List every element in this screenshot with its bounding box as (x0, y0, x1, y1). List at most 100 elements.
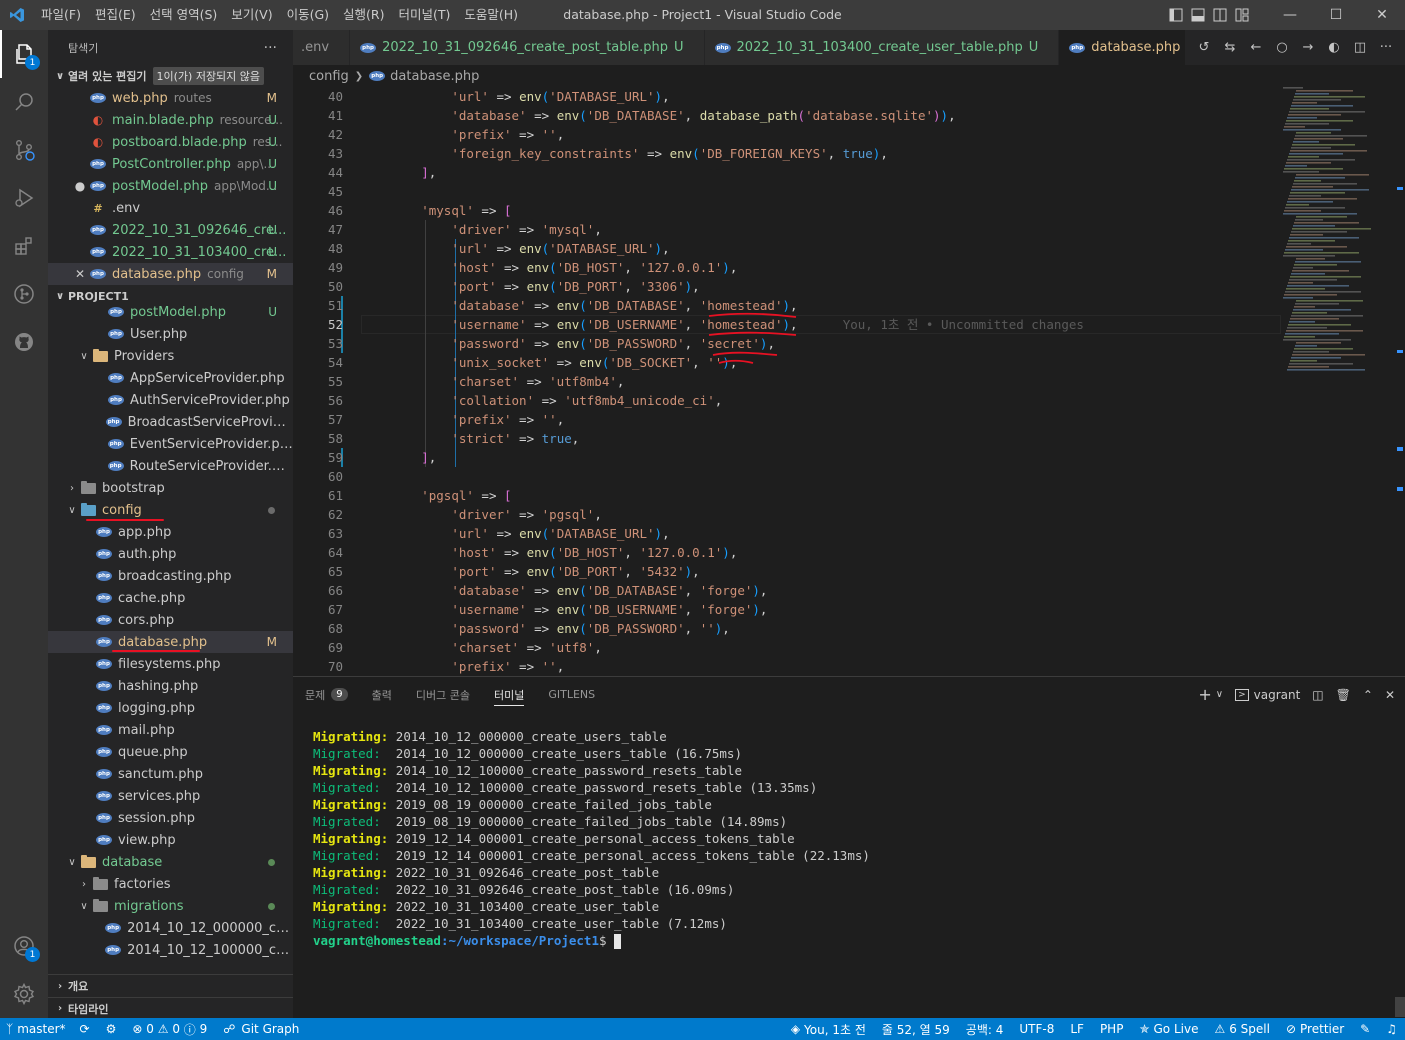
search-icon[interactable] (0, 78, 48, 126)
timeline-history-icon[interactable]: ↺ (1191, 40, 1217, 55)
tree-file[interactable]: php sanctum.php (48, 763, 293, 785)
panel-tab[interactable]: 터미널 (493, 677, 525, 712)
problems-indicator[interactable]: ⊗ 0 ⚠ 0 ⓘ 9 (124, 1021, 215, 1038)
new-terminal-icon[interactable]: + (1198, 685, 1211, 704)
remote-indicator[interactable]: ᛉ master* (0, 1022, 72, 1036)
tree-file[interactable]: php session.php (48, 807, 293, 829)
tree-file[interactable]: php BroadcastServiceProvider.php (48, 411, 293, 433)
tree-folder[interactable]: › bootstrap (48, 477, 293, 499)
terminal-name[interactable]: vagrant (1254, 688, 1301, 702)
toggle-secondary-sidebar-icon[interactable] (1209, 0, 1231, 30)
tree-file[interactable]: php 2014_10_12_000000_create_... (48, 917, 293, 939)
explorer-icon[interactable]: 1 (0, 30, 48, 78)
tree-file[interactable]: php hashing.php (48, 675, 293, 697)
language-mode[interactable]: PHP (1092, 1021, 1132, 1038)
panel-tab[interactable]: 디버그 콘솔 (416, 677, 470, 712)
open-editor-item[interactable]: php PostController.php app\... U (48, 153, 293, 175)
notifications-bell-icon[interactable]: ♫ (1378, 1021, 1405, 1038)
split-editor-icon[interactable]: ◫ (1347, 40, 1373, 55)
split-terminal-icon[interactable]: ◫ (1312, 688, 1323, 702)
open-editors-header[interactable]: ∨ 열려 있는 편집기 1이(가) 저장되지 않음 (48, 65, 293, 87)
tree-file[interactable]: php postModel.php U (48, 301, 293, 323)
terminal-output[interactable]: Migrating: 2014_10_12_000000_create_user… (313, 728, 870, 949)
menu-item[interactable]: 터미널(T) (392, 0, 458, 30)
source-control-icon[interactable] (0, 126, 48, 174)
tree-folder[interactable]: ∨ config (48, 499, 293, 521)
terminal-prompt[interactable]: vagrant@homestead:~/workspace/Project1$ (313, 932, 870, 949)
blame-indicator[interactable]: ◈ You, 1초 전 (783, 1021, 874, 1038)
editor-tab[interactable]: .env (293, 30, 351, 65)
open-editor-item[interactable]: ● php postModel.php app\Mod... U (48, 175, 293, 197)
panel-tab[interactable]: 출력 (372, 677, 392, 712)
tree-file[interactable]: php services.php (48, 785, 293, 807)
tree-file[interactable]: php cache.php (48, 587, 293, 609)
tree-file[interactable]: php view.php (48, 829, 293, 851)
editor-tab[interactable]: php 2022_10_31_092646_create_post_table.p… (350, 30, 705, 65)
menu-item[interactable]: 이동(G) (280, 0, 336, 30)
maximize-panel-icon[interactable]: ⌃ (1363, 688, 1373, 702)
menu-item[interactable]: 실행(R) (336, 0, 391, 30)
tree-file[interactable]: php mail.php (48, 719, 293, 741)
tree-folder[interactable]: › factories (48, 873, 293, 895)
feedback-icon[interactable]: ✎ (1352, 1021, 1378, 1038)
menu-item[interactable]: 선택 영역(S) (143, 0, 225, 30)
encoding[interactable]: UTF-8 (1011, 1021, 1062, 1038)
more-actions-icon[interactable]: ··· (1373, 40, 1399, 55)
tree-file[interactable]: php queue.php (48, 741, 293, 763)
timeline-header[interactable]: › 타임라인 (48, 997, 293, 1018)
chevron-down-icon[interactable]: ∨ (1216, 689, 1223, 700)
accounts-icon[interactable]: 1 (0, 922, 48, 970)
github-icon[interactable] (0, 318, 48, 366)
open-editor-item[interactable]: php 2022_10_31_092646_cre... U (48, 219, 293, 241)
maximize-button[interactable]: ☐ (1313, 0, 1359, 30)
next-revision-icon[interactable]: → (1295, 40, 1321, 55)
run-debug-icon[interactable] (0, 174, 48, 222)
editor-scrollbar[interactable] (1395, 87, 1405, 675)
prettier-button[interactable]: ⊘ Prettier (1278, 1021, 1352, 1038)
terminal-scrollbar[interactable] (1395, 997, 1405, 1017)
settings-gear-icon[interactable] (0, 970, 48, 1018)
menu-item[interactable]: 보기(V) (224, 0, 279, 30)
previous-revision-icon[interactable]: ← (1243, 40, 1269, 55)
sync-icon[interactable]: ⟳ (72, 1022, 98, 1036)
close-window-button[interactable]: ✕ (1359, 0, 1405, 30)
trash-icon[interactable]: 🗑 (1336, 688, 1351, 702)
tree-file[interactable]: php app.php (48, 521, 293, 543)
customize-layout-icon[interactable] (1231, 0, 1253, 30)
cursor-position[interactable]: 줄 52, 열 59 (874, 1021, 958, 1038)
go-live-button[interactable]: ✯ Go Live (1131, 1021, 1206, 1038)
minimize-button[interactable]: — (1267, 0, 1313, 30)
tree-folder[interactable]: ∨ Providers (48, 345, 293, 367)
menu-item[interactable]: 파일(F) (34, 0, 88, 30)
code-editor[interactable]: 40 'url' => env('DATABASE_URL'), 41 'data… (293, 87, 1405, 675)
git-graph-button[interactable]: ☍ Git Graph (215, 1022, 307, 1036)
open-changes-icon[interactable]: ⇆ (1217, 40, 1243, 55)
open-editor-item[interactable]: ◐ postboard.blade.php res... U (48, 131, 293, 153)
tree-file[interactable]: php AuthServiceProvider.php (48, 389, 293, 411)
tree-file[interactable]: php AppServiceProvider.php (48, 367, 293, 389)
menu-item[interactable]: 편집(E) (88, 0, 143, 30)
indentation[interactable]: 공백: 4 (958, 1021, 1012, 1038)
live-share-icon[interactable]: ⚙ (98, 1022, 125, 1036)
editor-tab[interactable]: php 2022_10_31_103400_create_user_table.p… (704, 30, 1060, 65)
open-editor-item[interactable]: # .env (48, 197, 293, 219)
tree-file[interactable]: php RouteServiceProvider.php (48, 455, 293, 477)
toggle-blame-icon[interactable]: ◐ (1321, 40, 1347, 55)
tree-folder[interactable]: ∨ migrations (48, 895, 293, 917)
breadcrumb-folder[interactable]: config (309, 69, 349, 84)
explorer-more-actions-icon[interactable]: ··· (264, 40, 277, 56)
tree-file[interactable]: php logging.php (48, 697, 293, 719)
unsaved-dot-icon[interactable]: ● (70, 179, 90, 193)
toggle-sidebar-icon[interactable] (1165, 0, 1187, 30)
tree-file[interactable]: php cors.php (48, 609, 293, 631)
gitlens-icon[interactable] (0, 270, 48, 318)
revision-icon[interactable]: ○ (1269, 40, 1295, 55)
panel-tab[interactable]: GITLENS (548, 677, 595, 712)
tree-file[interactable]: php User.php (48, 323, 293, 345)
toggle-panel-icon[interactable] (1187, 0, 1209, 30)
minimap[interactable] (1275, 87, 1395, 675)
tree-file[interactable]: php auth.php (48, 543, 293, 565)
tree-folder[interactable]: ∨ database (48, 851, 293, 873)
outline-header[interactable]: › 개요 (48, 975, 293, 997)
extensions-icon[interactable] (0, 222, 48, 270)
